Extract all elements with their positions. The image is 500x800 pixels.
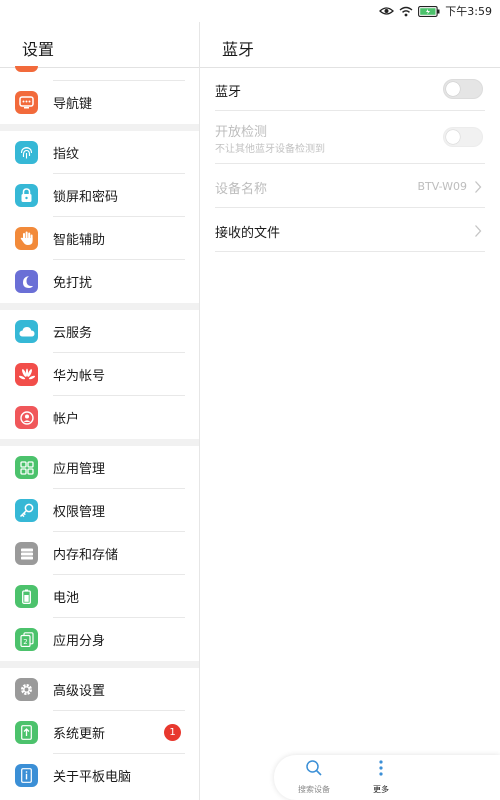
menu-group-accounts: 云服务 华为帐号 帐户 — [0, 310, 199, 439]
menu-item-app-management[interactable]: 应用管理 — [0, 446, 199, 489]
menu-item-smart-assist[interactable]: 智能辅助 — [0, 217, 199, 260]
update-count-badge: 1 — [164, 724, 181, 741]
discoverable-sublabel: 不让其他蓝牙设备检测到 — [215, 144, 325, 155]
chevron-right-icon — [473, 223, 483, 237]
device-name-label: 设备名称 — [215, 182, 268, 197]
partial-item-icon — [15, 66, 38, 72]
system-update-icon — [15, 721, 38, 744]
group-separator — [0, 124, 199, 131]
menu-item-fingerprint[interactable]: 指纹 — [0, 131, 199, 174]
bluetooth-label: 蓝牙 — [215, 85, 242, 100]
discoverable-toggle — [443, 127, 483, 147]
lock-icon — [15, 184, 38, 207]
status-icons: 下午3:59 — [379, 3, 492, 19]
wifi-icon — [399, 6, 413, 17]
menu-item-label: 内存和存储 — [53, 548, 119, 563]
menu-item-label: 系统更新 — [53, 727, 106, 742]
bluetooth-toggle[interactable] — [443, 79, 483, 99]
search-icon — [305, 759, 323, 781]
menu-item-account[interactable]: 帐户 — [0, 396, 199, 439]
settings-title: 设置 — [22, 40, 55, 59]
group-separator — [0, 439, 199, 446]
apps-grid-icon — [15, 456, 38, 479]
menu-item-memory-storage[interactable]: 内存和存储 — [0, 532, 199, 575]
menu-item-label: 关于平板电脑 — [53, 770, 132, 785]
eye-comfort-icon — [379, 6, 395, 16]
menu-item-permission-management[interactable]: 权限管理 — [0, 489, 199, 532]
menu-item-label: 应用分身 — [53, 634, 106, 649]
menu-item-advanced-settings[interactable]: 高级设置 — [0, 668, 199, 711]
row-divider — [215, 251, 485, 252]
page-title: 蓝牙 — [222, 40, 255, 59]
menu-group-security: 指纹 锁屏和密码 智能辅助 免打扰 — [0, 131, 199, 303]
menu-item-label: 云服务 — [53, 326, 93, 341]
menu-item-label: 指纹 — [53, 147, 80, 162]
svg-text:2: 2 — [23, 638, 27, 646]
menu-item-label: 华为帐号 — [53, 369, 106, 384]
gear-icon — [15, 678, 38, 701]
cloud-icon — [15, 320, 38, 343]
menu-group-apps: 应用管理 权限管理 内存和存储 电池 2 应用分身 — [0, 446, 199, 661]
battery-icon — [15, 585, 38, 608]
group-separator — [0, 303, 199, 310]
device-name-row: 设备名称 BTV-W09 — [215, 164, 485, 208]
key-icon — [15, 499, 38, 522]
menu-item-huawei-account[interactable]: 华为帐号 — [0, 353, 199, 396]
navigation-key-icon — [15, 91, 38, 114]
status-bar: 下午3:59 — [0, 0, 500, 22]
huawei-logo-icon — [15, 363, 38, 386]
menu-item-label: 智能辅助 — [53, 233, 106, 248]
chevron-right-icon — [473, 179, 483, 193]
received-files-row[interactable]: 接收的文件 — [215, 208, 485, 252]
menu-item-system-update[interactable]: 系统更新 1 — [0, 711, 199, 754]
bottom-action-bar: 搜索设备 更多 — [274, 755, 500, 800]
menu-item-label: 应用管理 — [53, 462, 106, 477]
app-twin-icon: 2 — [15, 628, 38, 651]
menu-item-label: 锁屏和密码 — [53, 190, 119, 205]
menu-item-lockscreen[interactable]: 锁屏和密码 — [0, 174, 199, 217]
more-label: 更多 — [373, 785, 389, 794]
menu-group-navigation: 导航键 — [0, 81, 199, 124]
bluetooth-row[interactable]: 蓝牙 — [215, 68, 485, 111]
menu-item-label: 导航键 — [53, 97, 93, 112]
menu-item-do-not-disturb[interactable]: 免打扰 — [0, 260, 199, 303]
moon-icon — [15, 270, 38, 293]
discoverable-label: 开放检测 — [215, 125, 268, 140]
device-name-value: BTV-W09 — [417, 180, 467, 193]
menu-item-label: 免打扰 — [53, 276, 93, 291]
status-time: 下午3:59 — [445, 5, 492, 18]
storage-icon — [15, 542, 38, 565]
menu-item-about-tablet[interactable]: 关于平板电脑 — [0, 754, 199, 797]
hand-icon — [15, 227, 38, 250]
fingerprint-icon — [15, 141, 38, 164]
group-separator — [0, 661, 199, 668]
search-devices-label: 搜索设备 — [298, 785, 330, 794]
menu-item-label: 帐户 — [53, 412, 80, 427]
more-vertical-icon — [372, 759, 390, 781]
menu-item-battery[interactable]: 电池 — [0, 575, 199, 618]
menu-item-navigation-key[interactable]: 导航键 — [0, 81, 199, 124]
menu-group-system: 高级设置 系统更新 1 关于平板电脑 — [0, 668, 199, 797]
battery-status-icon — [418, 5, 440, 17]
received-files-label: 接收的文件 — [215, 226, 281, 241]
info-icon — [15, 764, 38, 787]
menu-item-app-twin[interactable]: 2 应用分身 — [0, 618, 199, 661]
more-button[interactable]: 更多 — [372, 759, 390, 795]
account-icon — [15, 406, 38, 429]
menu-item-label: 权限管理 — [53, 505, 106, 520]
search-devices-button[interactable]: 搜索设备 — [298, 759, 330, 795]
menu-item-label: 高级设置 — [53, 684, 106, 699]
menu-item-label: 电池 — [53, 591, 80, 606]
discoverable-row: 开放检测 不让其他蓝牙设备检测到 — [215, 111, 485, 164]
menu-item-cloud-service[interactable]: 云服务 — [0, 310, 199, 353]
settings-menu-panel: 设置 导航键 指纹 锁屏和密码 智能辅助 免打扰 云服务 华为帐号 帐户 应用管… — [0, 22, 199, 800]
bluetooth-panel: 蓝牙 蓝牙 开放检测 不让其他蓝牙设备检测到 设备名称 BTV-W09 接收的文… — [200, 22, 500, 800]
